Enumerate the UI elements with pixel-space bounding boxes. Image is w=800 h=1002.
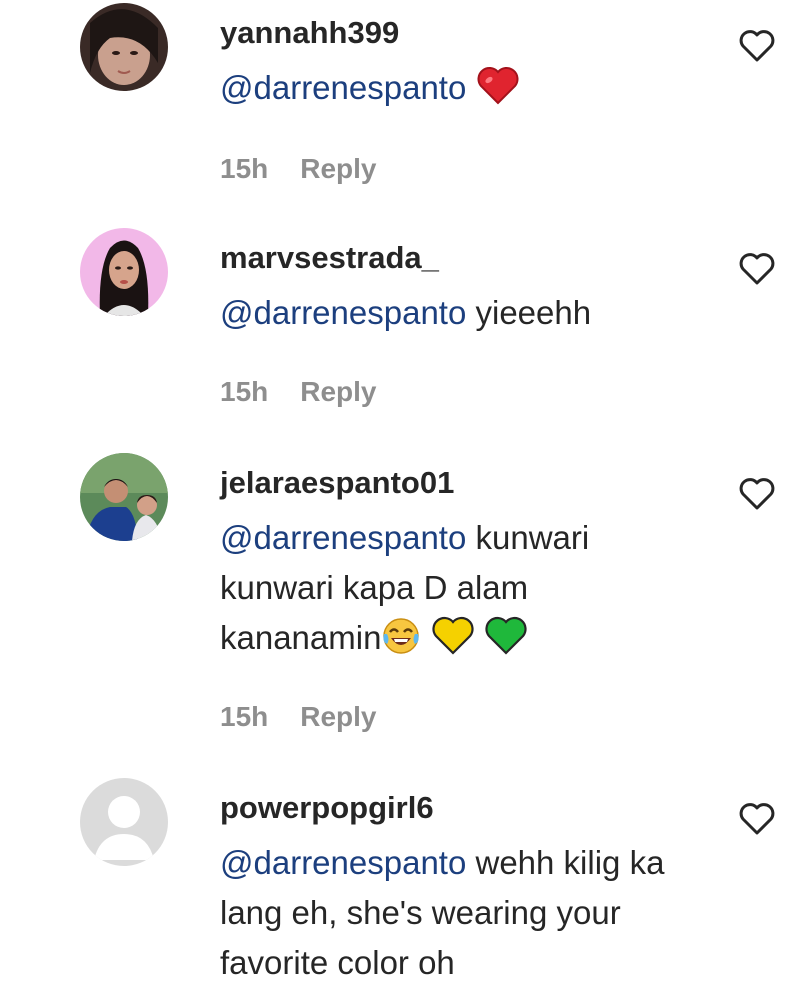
heart-outline-icon — [739, 253, 775, 285]
tears-of-joy-icon — [381, 616, 421, 670]
red-heart-icon — [476, 66, 520, 120]
avatar[interactable] — [80, 453, 168, 541]
comment-username[interactable]: jelaraespanto01 — [220, 465, 454, 501]
like-button[interactable] — [738, 29, 776, 63]
mention-link[interactable]: @darrenespanto — [220, 519, 466, 556]
mention-link[interactable]: @darrenespanto — [220, 844, 466, 881]
comment-meta: 15h Reply — [220, 701, 377, 733]
comment: powerpopgirl6 @darrenespanto wehh kilig … — [0, 778, 800, 1002]
heart-outline-icon — [739, 803, 775, 835]
heart-outline-icon — [739, 30, 775, 62]
comment-body: yieeehh — [466, 294, 592, 331]
comment-time: 15h — [220, 701, 269, 732]
comment: yannahh399 @darrenespanto 15h Reply — [0, 3, 800, 203]
reply-button[interactable]: Reply — [300, 153, 376, 184]
comment-text: @darrenespanto — [220, 63, 740, 120]
comment-time: 15h — [220, 376, 269, 407]
green-heart-icon — [484, 616, 528, 670]
comment-text: @darrenespanto wehh kilig ka lang eh, sh… — [220, 838, 690, 988]
avatar[interactable] — [80, 778, 168, 866]
comment: marvsestrada_ @darrenespanto yieeehh 15h… — [0, 228, 800, 428]
heart-outline-icon — [739, 478, 775, 510]
mention-link[interactable]: @darrenespanto — [220, 294, 466, 331]
yellow-heart-icon — [431, 616, 475, 670]
comment: jelaraespanto01 @darrenespanto kunwari k… — [0, 453, 800, 753]
like-button[interactable] — [738, 252, 776, 286]
comment-username[interactable]: marvsestrada_ — [220, 240, 439, 276]
comment-username[interactable]: powerpopgirl6 — [220, 790, 434, 826]
reply-button[interactable]: Reply — [300, 701, 376, 732]
like-button[interactable] — [738, 802, 776, 836]
comment-text: @darrenespanto kunwari kunwari kapa D al… — [220, 513, 660, 670]
reply-button[interactable]: Reply — [300, 376, 376, 407]
comment-username[interactable]: yannahh399 — [220, 15, 399, 51]
avatar[interactable] — [80, 228, 168, 316]
avatar[interactable] — [80, 3, 168, 91]
comment-text: @darrenespanto yieeehh — [220, 288, 740, 338]
mention-link[interactable]: @darrenespanto — [220, 69, 466, 106]
comment-meta: 15h Reply — [220, 376, 377, 408]
like-button[interactable] — [738, 477, 776, 511]
comment-meta: 15h Reply — [220, 153, 377, 185]
comment-time: 15h — [220, 153, 269, 184]
